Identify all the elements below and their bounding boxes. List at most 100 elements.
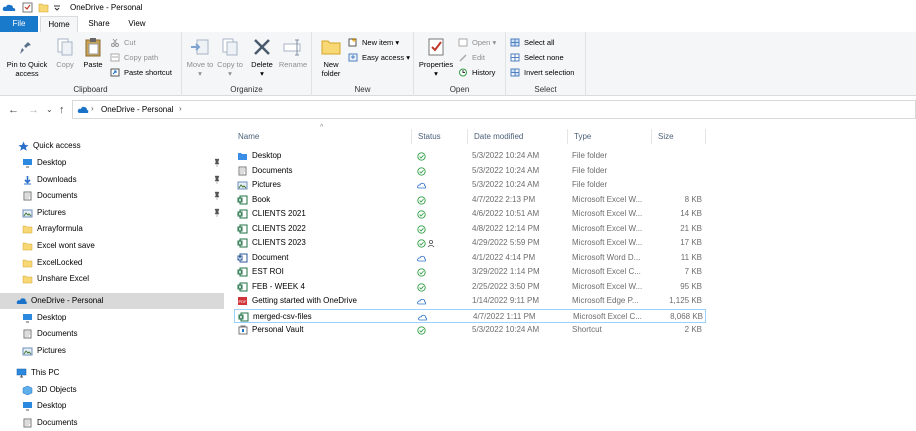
clipboard-group: Pin to Quick access Copy Paste Cut Copy … — [0, 32, 182, 96]
tab-file[interactable]: File — [0, 16, 38, 32]
move-to-button[interactable]: Move to ▾ — [186, 36, 214, 78]
back-arrow-icon[interactable]: ← — [8, 104, 19, 116]
nav-quick-item[interactable]: Desktop — [0, 155, 224, 171]
file-date-modified: 4/29/2022 5:59 PM — [472, 238, 540, 247]
nav-quick-access[interactable]: Quick access — [0, 138, 224, 154]
nav-onedrive-item[interactable]: Pictures — [0, 343, 224, 359]
copy-button[interactable]: Copy — [52, 36, 78, 69]
nav-pc-item[interactable]: 3D Objects — [0, 382, 224, 398]
file-date-modified: 1/14/2022 9:11 PM — [472, 296, 540, 305]
file-row[interactable]: Desktop 5/3/2022 10:24 AM File folder — [234, 149, 706, 163]
file-row[interactable]: Personal Vault 5/3/2022 10:24 AM Shortcut 2… — [234, 323, 706, 337]
edit-icon — [459, 54, 467, 62]
file-row[interactable]: CLIENTS 2023 4/29/2022 5:59 PM Microsoft E… — [234, 236, 706, 250]
nav-quick-item[interactable]: Unshare Excel — [0, 271, 224, 287]
forward-arrow-icon[interactable]: → — [28, 104, 39, 116]
onedrive-cloud-icon — [77, 106, 89, 113]
tab-view[interactable]: View — [120, 16, 154, 32]
file-row[interactable]: Pictures 5/3/2022 10:24 AM File folder — [234, 178, 706, 192]
nav-this-pc[interactable]: This PC — [0, 365, 224, 381]
file-list: ^ Name Status Date modified Type Size De… — [226, 124, 916, 427]
paste-shortcut-button[interactable]: Paste shortcut — [110, 66, 172, 79]
excel-icon — [237, 282, 248, 291]
file-size: 14 KB — [680, 209, 702, 218]
file-type: File folder — [572, 151, 608, 160]
file-row[interactable]: Book 4/7/2022 2:13 PM Microsoft Excel W...… — [234, 193, 706, 207]
column-header-type[interactable]: Type — [568, 129, 652, 144]
nav-onedrive-personal[interactable]: OneDrive - Personal — [0, 293, 224, 309]
file-row[interactable]: FEB - WEEK 4 2/25/2022 3:50 PM Microsoft E… — [234, 280, 706, 294]
copy-path-label: Copy path — [124, 53, 159, 62]
recent-locations-chevron-icon[interactable]: ⌄ — [46, 105, 53, 114]
customize-toolbar-icon[interactable] — [53, 2, 61, 13]
select-all-button[interactable]: Select all — [510, 36, 554, 49]
new-item-label: New item — [362, 38, 394, 47]
computer-icon — [16, 368, 27, 378]
pin-icon[interactable] — [214, 208, 220, 217]
paste-label: Paste — [83, 60, 103, 69]
documents-folder-icon — [238, 166, 247, 175]
file-row[interactable]: Document 4/1/2022 4:14 PM Microsoft Word D… — [234, 251, 706, 265]
properties-button[interactable]: Properties ▾ — [418, 36, 454, 78]
pin-icon[interactable] — [214, 175, 220, 184]
copy-path-button[interactable]: Copy path — [110, 51, 158, 64]
file-name: merged-csv-files — [253, 311, 312, 321]
file-row[interactable]: PDF Getting started with OneDrive 1/14/202… — [234, 294, 706, 308]
column-header-date-modified[interactable]: Date modified — [468, 129, 568, 144]
cut-button[interactable]: Cut — [110, 36, 136, 49]
properties-icon[interactable] — [22, 2, 33, 13]
cloud-status-icon — [418, 314, 427, 320]
new-folder-icon[interactable] — [38, 2, 49, 13]
file-type: Shortcut — [572, 325, 602, 334]
pin-icon[interactable] — [214, 158, 220, 167]
desktop-icon — [23, 402, 32, 411]
breadcrumb-chevron-icon[interactable]: › — [179, 104, 182, 113]
nav-onedrive-item[interactable]: Documents — [0, 326, 224, 342]
nav-onedrive-item[interactable]: Desktop — [0, 310, 224, 326]
column-header-size[interactable]: Size — [652, 129, 706, 144]
nav-pc-item[interactable]: Desktop — [0, 398, 224, 414]
delete-button[interactable]: Delete ▾ — [248, 36, 276, 78]
nav-label: ExcelLocked — [37, 257, 83, 267]
new-item-button[interactable]: New item ▾ — [348, 36, 399, 49]
select-none-button[interactable]: Select none — [510, 51, 564, 64]
column-header-name[interactable]: Name — [232, 129, 412, 144]
column-header-status[interactable]: Status — [412, 129, 468, 144]
nav-quick-item[interactable]: Arrayformula — [0, 221, 224, 237]
file-name: Getting started with OneDrive — [252, 296, 357, 305]
address-bar[interactable]: › OneDrive - Personal › — [72, 100, 916, 119]
file-row[interactable]: merged-csv-files 4/7/2022 1:11 PM Microsof… — [234, 308, 706, 323]
nav-label: Desktop — [37, 401, 67, 411]
file-size: 21 KB — [680, 223, 702, 233]
edit-button[interactable]: Edit — [458, 51, 485, 64]
file-row[interactable]: CLIENTS 2021 4/6/2022 10:51 AM Microsoft E… — [234, 207, 706, 221]
up-arrow-icon[interactable]: ↑ — [59, 104, 65, 116]
nav-quick-item[interactable]: Downloads — [0, 172, 224, 188]
tab-share[interactable]: Share — [82, 16, 116, 32]
file-row[interactable]: Documents 5/3/2022 10:24 AM File folder — [234, 164, 706, 178]
breadcrumb-onedrive[interactable]: OneDrive - Personal — [101, 105, 173, 114]
tab-home[interactable]: Home — [40, 16, 78, 32]
nav-quick-item[interactable]: Pictures — [0, 205, 224, 221]
open-button[interactable]: Open ▾ — [458, 36, 496, 49]
nav-quick-item[interactable]: Excel wont save — [0, 238, 224, 254]
star-icon — [18, 141, 29, 151]
nav-pc-item[interactable]: Documents — [0, 415, 224, 431]
nav-quick-item[interactable]: Documents — [0, 188, 224, 204]
pin-quick-access-button[interactable]: Pin to Quick access — [2, 36, 52, 78]
file-row[interactable]: EST ROI 3/29/2022 1:14 PM Microsoft Excel … — [234, 265, 706, 279]
paste-button[interactable]: Paste — [80, 36, 106, 69]
invert-selection-button[interactable]: Invert selection — [510, 66, 574, 79]
excel-icon — [237, 224, 248, 233]
new-folder-button[interactable]: New folder — [316, 36, 346, 78]
nav-quick-item[interactable]: ExcelLocked — [0, 255, 224, 271]
desktop-icon — [23, 313, 32, 322]
copy-to-button[interactable]: Copy to ▾ — [216, 36, 244, 78]
organize-group: Move to ▾ Copy to ▾ Delete ▾ Rename Organiz… — [182, 32, 312, 96]
easy-access-button[interactable]: Easy access ▾ — [348, 51, 410, 64]
rename-button[interactable]: Rename — [278, 36, 308, 69]
file-row[interactable]: CLIENTS 2022 4/8/2022 12:14 PM Microsoft E… — [234, 222, 706, 236]
synced-check-icon — [417, 166, 426, 176]
history-button[interactable]: History — [458, 66, 495, 79]
pin-icon[interactable] — [214, 191, 220, 201]
